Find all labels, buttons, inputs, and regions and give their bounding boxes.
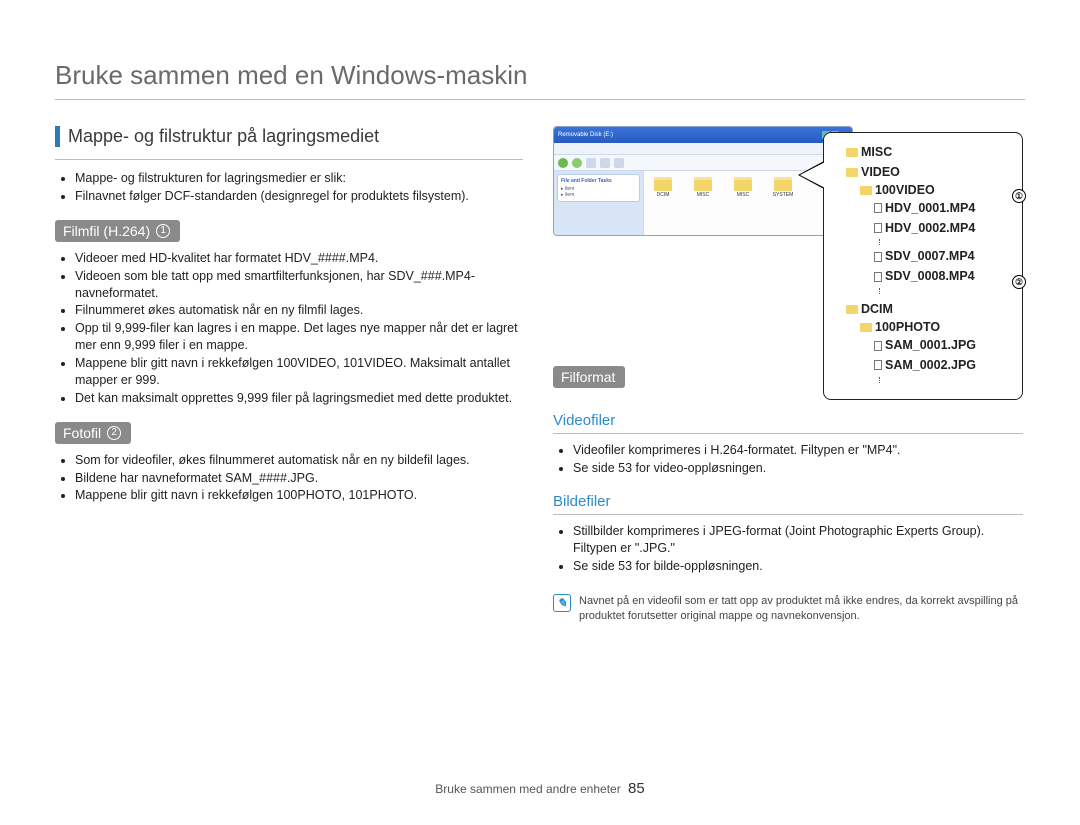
figure-folder-structure: Removable Disk (E:) File and Folder Task… bbox=[553, 126, 1023, 346]
file-icon bbox=[874, 341, 882, 351]
list-item: Bildene har navneformatet SAM_####.JPG. bbox=[75, 470, 523, 487]
callout-2-icon: ② bbox=[1012, 275, 1026, 289]
window-title: Removable Disk (E:) bbox=[558, 132, 613, 138]
folder-icon: DCIM bbox=[648, 177, 678, 198]
list-item: Filnavnet følger DCF-standarden (designr… bbox=[75, 188, 523, 205]
file-icon bbox=[874, 272, 882, 282]
list-item: Mappene blir gitt navn i rekkefølgen 100… bbox=[75, 355, 523, 389]
tree-file: HDV_0002.MP4 bbox=[885, 221, 975, 235]
forward-icon bbox=[572, 158, 582, 168]
file-icon bbox=[874, 223, 882, 233]
video-list: Videofiler komprimeres i H.264-formatet.… bbox=[553, 442, 1023, 477]
list-item: Som for videofiler, økes filnummeret aut… bbox=[75, 452, 523, 469]
panel-heading: File and Folder Tasks bbox=[561, 178, 636, 184]
file-icon bbox=[874, 252, 882, 262]
subheading-bildefiler: Bildefiler bbox=[553, 493, 1023, 515]
tree-label: DCIM bbox=[861, 302, 893, 316]
list-item: Se side 53 for video-oppløsningen. bbox=[573, 460, 1023, 477]
list-item: Mappe- og filstrukturen for lagringsmedi… bbox=[75, 170, 523, 187]
tree-label: MISC bbox=[861, 145, 892, 159]
folder-icon: MISC bbox=[688, 177, 718, 198]
page-title: Bruke sammen med en Windows-maskin bbox=[55, 60, 1025, 100]
tree-label: VIDEO bbox=[861, 165, 900, 179]
tree-file: HDV_0001.MP4 bbox=[885, 201, 975, 215]
pill-label: Filmfil (H.264) bbox=[63, 223, 150, 239]
list-item: Videofiler komprimeres i H.264-formatet.… bbox=[573, 442, 1023, 459]
tree-label: 100PHOTO bbox=[875, 320, 940, 334]
pill-filmfil: Filmfil (H.264) 1 bbox=[55, 220, 180, 242]
tree-label: 100VIDEO bbox=[875, 183, 935, 197]
pill-label: Fotofil bbox=[63, 425, 101, 441]
folder-icon bbox=[846, 168, 858, 177]
note-text: Navnet på en videofil som er tatt opp av… bbox=[579, 594, 1023, 624]
tree-file: SAM_0001.JPG bbox=[885, 338, 976, 352]
subheading-videofiler: Videofiler bbox=[553, 412, 1023, 434]
folder-icon bbox=[846, 148, 858, 157]
folder-icon bbox=[860, 323, 872, 332]
list-item: Opp til 9,999-filer kan lagres i en mapp… bbox=[75, 320, 523, 354]
page-number: 85 bbox=[628, 780, 645, 797]
pill-number-icon: 2 bbox=[107, 426, 121, 440]
foto-list: Som for videofiler, økes filnummeret aut… bbox=[55, 452, 523, 505]
list-item: Se side 53 for bilde-oppløsningen. bbox=[573, 558, 1023, 575]
section-heading: Mappe- og filstruktur på lagringsmediet bbox=[55, 126, 523, 147]
list-item: Filnummeret økes automatisk når en ny fi… bbox=[75, 302, 523, 319]
list-item: Det kan maksimalt opprettes 9,999 filer … bbox=[75, 390, 523, 407]
folder-icon bbox=[846, 305, 858, 314]
note-icon: ✎ bbox=[553, 594, 571, 612]
pill-label: Filformat bbox=[561, 369, 615, 385]
file-icon bbox=[874, 203, 882, 213]
page-footer: Bruke sammen med andre enheter 85 bbox=[0, 780, 1080, 797]
tree-file: SDV_0007.MP4 bbox=[885, 249, 975, 263]
intro-list: Mappe- og filstrukturen for lagringsmedi… bbox=[55, 170, 523, 205]
folder-icon: SYSTEM bbox=[768, 177, 798, 198]
tree-file: SDV_0008.MP4 bbox=[885, 269, 975, 283]
note-box: ✎ Navnet på en videofil som er tatt opp … bbox=[553, 594, 1023, 624]
image-list: Stillbilder komprimeres i JPEG-format (J… bbox=[553, 523, 1023, 575]
list-item: Mappene blir gitt navn i rekkefølgen 100… bbox=[75, 487, 523, 504]
search-icon bbox=[600, 158, 610, 168]
file-icon bbox=[874, 360, 882, 370]
menu-bar bbox=[554, 143, 852, 155]
pill-filformat: Filformat bbox=[553, 366, 625, 388]
pill-fotofil: Fotofil 2 bbox=[55, 422, 131, 444]
footer-chapter: Bruke sammen med andre enheter bbox=[435, 782, 620, 796]
folder-tree: MISC VIDEO 100VIDEO HDV_0001.MP4 HDV_000… bbox=[823, 132, 1023, 400]
tree-file: SAM_0002.JPG bbox=[885, 358, 976, 372]
callout-1-icon: ① bbox=[1012, 189, 1026, 203]
film-list: Videoer med HD-kvalitet har formatet HDV… bbox=[55, 250, 523, 407]
back-icon bbox=[558, 158, 568, 168]
folders-icon bbox=[614, 158, 624, 168]
pill-number-icon: 1 bbox=[156, 224, 170, 238]
list-item: Stillbilder komprimeres i JPEG-format (J… bbox=[573, 523, 1023, 557]
folder-icon bbox=[860, 186, 872, 195]
up-icon bbox=[586, 158, 596, 168]
folder-icon: MISC bbox=[728, 177, 758, 198]
list-item: Videoen som ble tatt opp med smartfilter… bbox=[75, 268, 523, 302]
list-item: Videoer med HD-kvalitet har formatet HDV… bbox=[75, 250, 523, 267]
side-panel: File and Folder Tasks ▸ item▸ item bbox=[554, 171, 644, 235]
